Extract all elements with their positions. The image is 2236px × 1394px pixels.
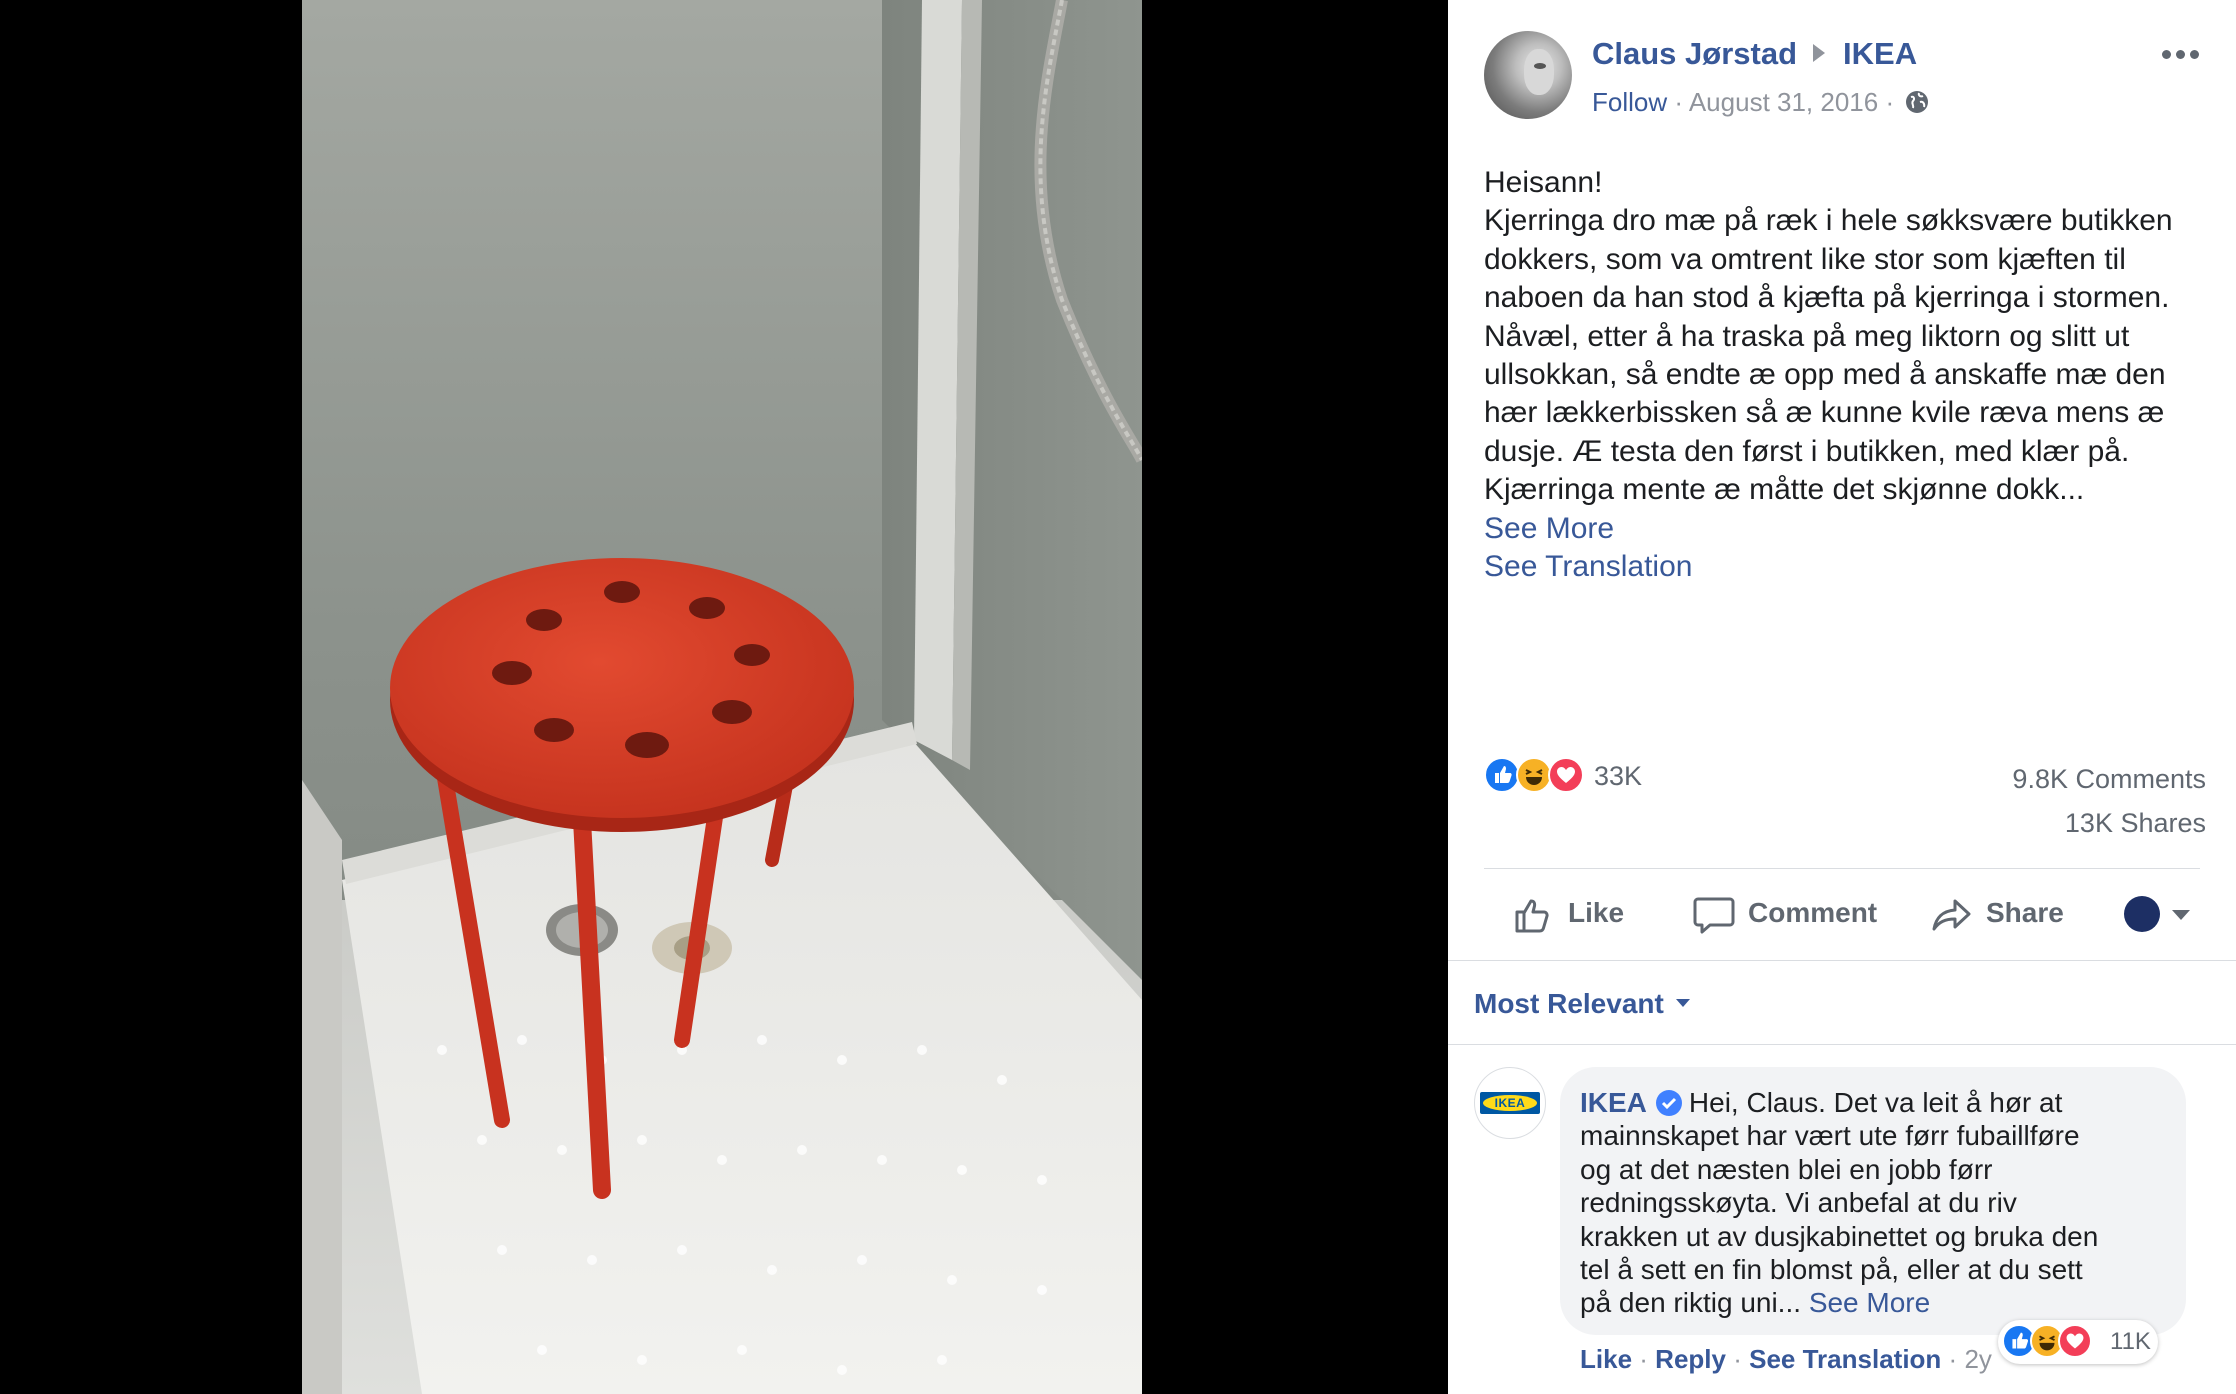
post-header-title: Claus Jørstad IKEA [1592,36,1917,72]
comment-button-label: Comment [1748,897,1878,928]
comment-author[interactable]: IKEA [1580,1087,1647,1118]
verified-badge-icon [1655,1090,1682,1116]
comment-reactions[interactable]: 11K [1998,1320,2158,1364]
author-name[interactable]: Claus Jørstad [1592,36,1797,71]
comment-text-line: krakken ut av dusjkabinettet og bruka de… [1580,1220,2099,1252]
author-avatar[interactable] [1484,31,1572,119]
meta-separator: · [1674,87,1684,117]
page-name[interactable]: IKEA [1843,36,1917,71]
thumbs-up-icon [1515,899,1549,933]
post-text-line: hær lækkerbissken så æ kunne kvile ræva … [1484,396,2165,430]
follow-button[interactable]: Follow [1592,87,1667,117]
like-button[interactable]: Like [1512,893,1632,937]
post-text-line: ullsokkan, så endte æ opp med å anskaffe… [1484,358,2166,392]
haha-reaction-icon [1516,757,1552,793]
share-button[interactable]: Share [1930,893,2080,937]
comment-sort-dropdown[interactable]: Most Relevant [1474,988,1690,1020]
comment-text-line: og at det næsten blei en jobb førr [1580,1153,1993,1185]
photo-viewer[interactable] [0,0,1448,1394]
post-text-line: Kjerringa dro mæ på ræk i hele søkksvære… [1484,204,2173,238]
comment-text-line: på den riktig uni... [1580,1287,1802,1319]
comment-button[interactable]: Comment [1692,893,1892,937]
comments-count[interactable]: 9.8K Comments [2012,764,2206,795]
ikea-logo: IKEA [1480,1092,1540,1114]
post-text: Heisann! Kjerringa dro mæ på ræk i hele … [1484,164,2209,586]
see-translation-link[interactable]: See Translation [1484,548,2209,586]
meta-separator: · [1948,1344,1958,1374]
comment-like-link[interactable]: Like [1580,1344,1632,1374]
see-more-link[interactable]: See More [1484,510,2209,548]
comment-text-line: Hei, Claus. Det va leit å hør at [1688,1087,2063,1118]
comment-text-line: tel å sett en fin blomst på, eller at du… [1580,1254,2083,1286]
meta-separator: · [1639,1344,1648,1374]
comment-text: IKEA Hei, Claus. Det va leit å hør at mai… [1580,1086,2180,1320]
chevron-down-icon [2172,910,2190,920]
shares-count[interactable]: 13K Shares [2065,808,2206,839]
comment-text-line: mainnskapet har vært ute førr fubaillfør… [1580,1120,2080,1152]
comment-actions: Like · Reply · See Translation · 2y [1580,1344,1992,1375]
reaction-count: 33K [1594,761,1643,791]
ikea-logo-text: IKEA [1494,1096,1526,1110]
globe-icon[interactable] [1905,90,1929,114]
right-triangle-icon [1813,44,1826,62]
post-photo[interactable] [302,0,1142,1394]
love-reaction-icon [1548,757,1584,793]
divider [1448,1044,2236,1045]
like-button-label: Like [1568,897,1625,928]
post-text-line: Nåvæl, etter å ha traska på meg liktorn … [1484,319,2130,353]
post-text-line: dusje. Æ testa den først i butikken, med… [1484,434,2130,468]
post-panel: Claus Jørstad IKEA Follow · August 31, 20… [1448,0,2236,1394]
comment-see-more-link[interactable]: See More [1809,1287,1930,1318]
meta-separator: · [1885,87,1895,117]
audience-selector-icon[interactable] [2124,896,2194,936]
commenter-avatar[interactable]: IKEA [1474,1067,1546,1139]
chevron-down-icon [1675,999,1690,1007]
share-button-label: Share [1986,897,2064,928]
post-text-line: dokkers, som va omtrent like stor som kj… [1484,242,2126,276]
love-reaction-icon [2058,1324,2092,1358]
post-text-line: naboen da han stod å kjæfta på kjerringa… [1484,281,2170,315]
stool-in-shower-image [302,0,1142,1394]
comment-see-translation-link[interactable]: See Translation [1749,1344,1941,1374]
sort-label: Most Relevant [1474,988,1664,1019]
comment-reaction-count: 11K [2110,1328,2151,1355]
post-text-line: Heisann! [1484,166,1603,199]
post-date[interactable]: August 31, 2016 [1689,87,1878,117]
share-icon [1932,899,1971,931]
post-text-line: Kjærringa mente æ måtte det skjønne dokk… [1484,473,2085,507]
like-reaction-icon [1484,757,1520,793]
comment-age[interactable]: 2y [1964,1344,1991,1374]
comment-text-line: redningsskøyta. Vi anbefal at du riv [1580,1187,2017,1219]
comment-icon [1693,897,1735,934]
divider [1484,868,2200,869]
more-options-icon[interactable] [2162,50,2202,62]
post-meta: Follow · August 31, 2016 · [1592,87,1929,118]
comment-reply-link[interactable]: Reply [1655,1344,1726,1374]
divider [1448,960,2236,961]
meta-separator: · [1733,1344,1742,1374]
